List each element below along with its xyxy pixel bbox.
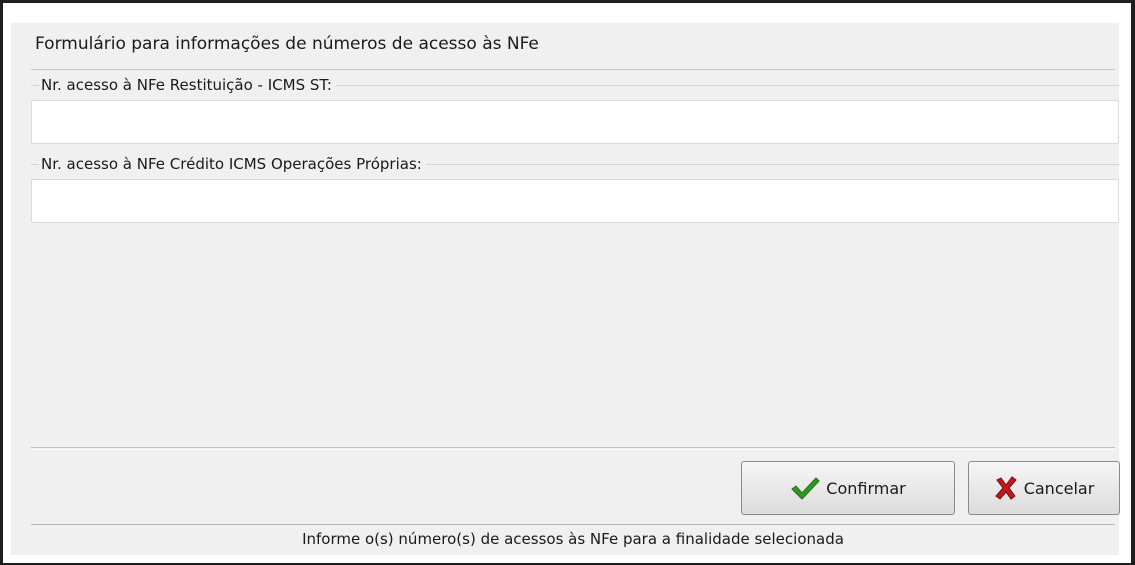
cancel-button[interactable]: Cancelar <box>968 461 1120 515</box>
status-bar: Informe o(s) número(s) de acessos às NFe… <box>31 524 1115 553</box>
credito-input[interactable] <box>31 179 1119 223</box>
dialog: Formulário para informações de números d… <box>11 23 1120 555</box>
restituicao-label: Nr. acesso à NFe Restituição - ICMS ST: <box>39 76 336 94</box>
status-text: Informe o(s) número(s) de acessos às NFe… <box>302 530 844 548</box>
empty-panel <box>31 228 1115 448</box>
cancel-button-label: Cancelar <box>1023 478 1095 498</box>
x-cross-icon <box>994 476 1018 500</box>
restituicao-input[interactable] <box>31 100 1119 144</box>
title-separator <box>31 69 1115 70</box>
footer-separator-highlight <box>31 449 1115 450</box>
confirm-button[interactable]: Confirmar <box>741 461 955 515</box>
restituicao-group: Nr. acesso à NFe Restituição - ICMS ST: <box>31 76 1119 144</box>
checkmark-icon <box>790 476 820 500</box>
credito-group: Nr. acesso à NFe Crédito ICMS Operações … <box>31 155 1119 223</box>
window-frame: Formulário para informações de números d… <box>0 0 1135 565</box>
window-title: Formulário para informações de números d… <box>35 34 539 54</box>
credito-label: Nr. acesso à NFe Crédito ICMS Operações … <box>39 155 426 173</box>
confirm-button-label: Confirmar <box>826 478 906 498</box>
footer-separator <box>31 447 1115 448</box>
